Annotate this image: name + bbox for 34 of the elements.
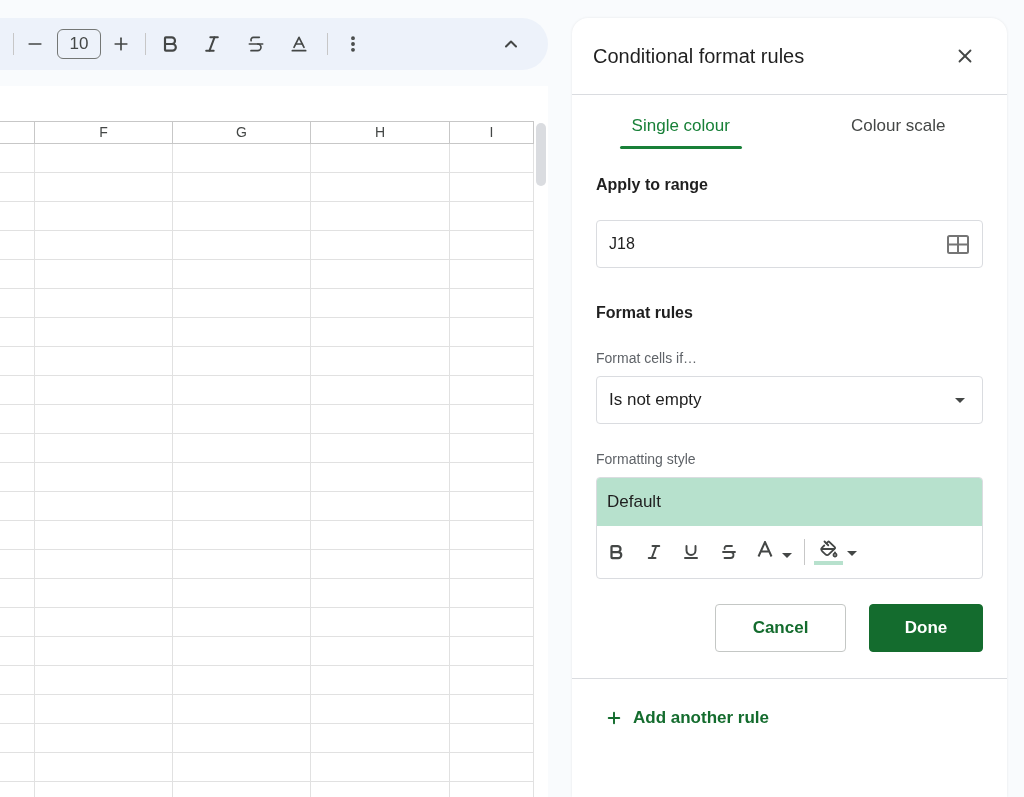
tab[interactable]: Single colour bbox=[572, 95, 790, 149]
condition-dropdown[interactable]: Is not empty bbox=[596, 376, 983, 424]
tab[interactable]: Colour scale bbox=[789, 95, 1007, 149]
text-color-icon[interactable] bbox=[757, 541, 773, 557]
cancel-button[interactable]: Cancel bbox=[715, 604, 846, 652]
section-heading: Apply to range bbox=[596, 175, 709, 195]
caret-down-icon[interactable] bbox=[782, 552, 792, 558]
spreadsheet-grid[interactable]: F G H I bbox=[0, 121, 534, 797]
column-header[interactable]: H bbox=[311, 122, 450, 143]
column-header[interactable]: G bbox=[173, 122, 311, 143]
panel-title: Conditional format rules bbox=[593, 44, 805, 69]
add-rule-button[interactable]: Add another rule bbox=[605, 706, 769, 730]
grid-icon[interactable] bbox=[947, 234, 969, 254]
font-size-field[interactable]: 10 bbox=[57, 29, 101, 59]
underline-icon[interactable] bbox=[682, 543, 700, 561]
fill-color-icon[interactable] bbox=[814, 539, 843, 565]
style-preview[interactable]: Default bbox=[597, 478, 982, 526]
field-label: Formatting style bbox=[596, 450, 697, 469]
plus-icon bbox=[605, 709, 623, 727]
caret-down-icon[interactable] bbox=[847, 550, 857, 556]
done-button[interactable]: Done bbox=[869, 604, 983, 652]
italic-icon[interactable] bbox=[645, 543, 663, 561]
range-field[interactable]: J18 bbox=[596, 220, 983, 268]
bold-icon[interactable] bbox=[607, 543, 625, 561]
text-color-icon[interactable] bbox=[289, 34, 309, 54]
strikethrough-icon[interactable] bbox=[246, 34, 266, 54]
column-header[interactable]: F bbox=[35, 122, 173, 143]
field-label: Format cells if… bbox=[596, 349, 699, 368]
caret-down-icon[interactable] bbox=[955, 397, 965, 403]
formula-bar-field[interactable] bbox=[0, 86, 548, 121]
scrollbar-thumb[interactable] bbox=[536, 123, 546, 186]
strikethrough-icon[interactable] bbox=[720, 543, 738, 561]
section-heading: Format rules bbox=[596, 303, 694, 323]
italic-icon[interactable] bbox=[202, 34, 222, 54]
